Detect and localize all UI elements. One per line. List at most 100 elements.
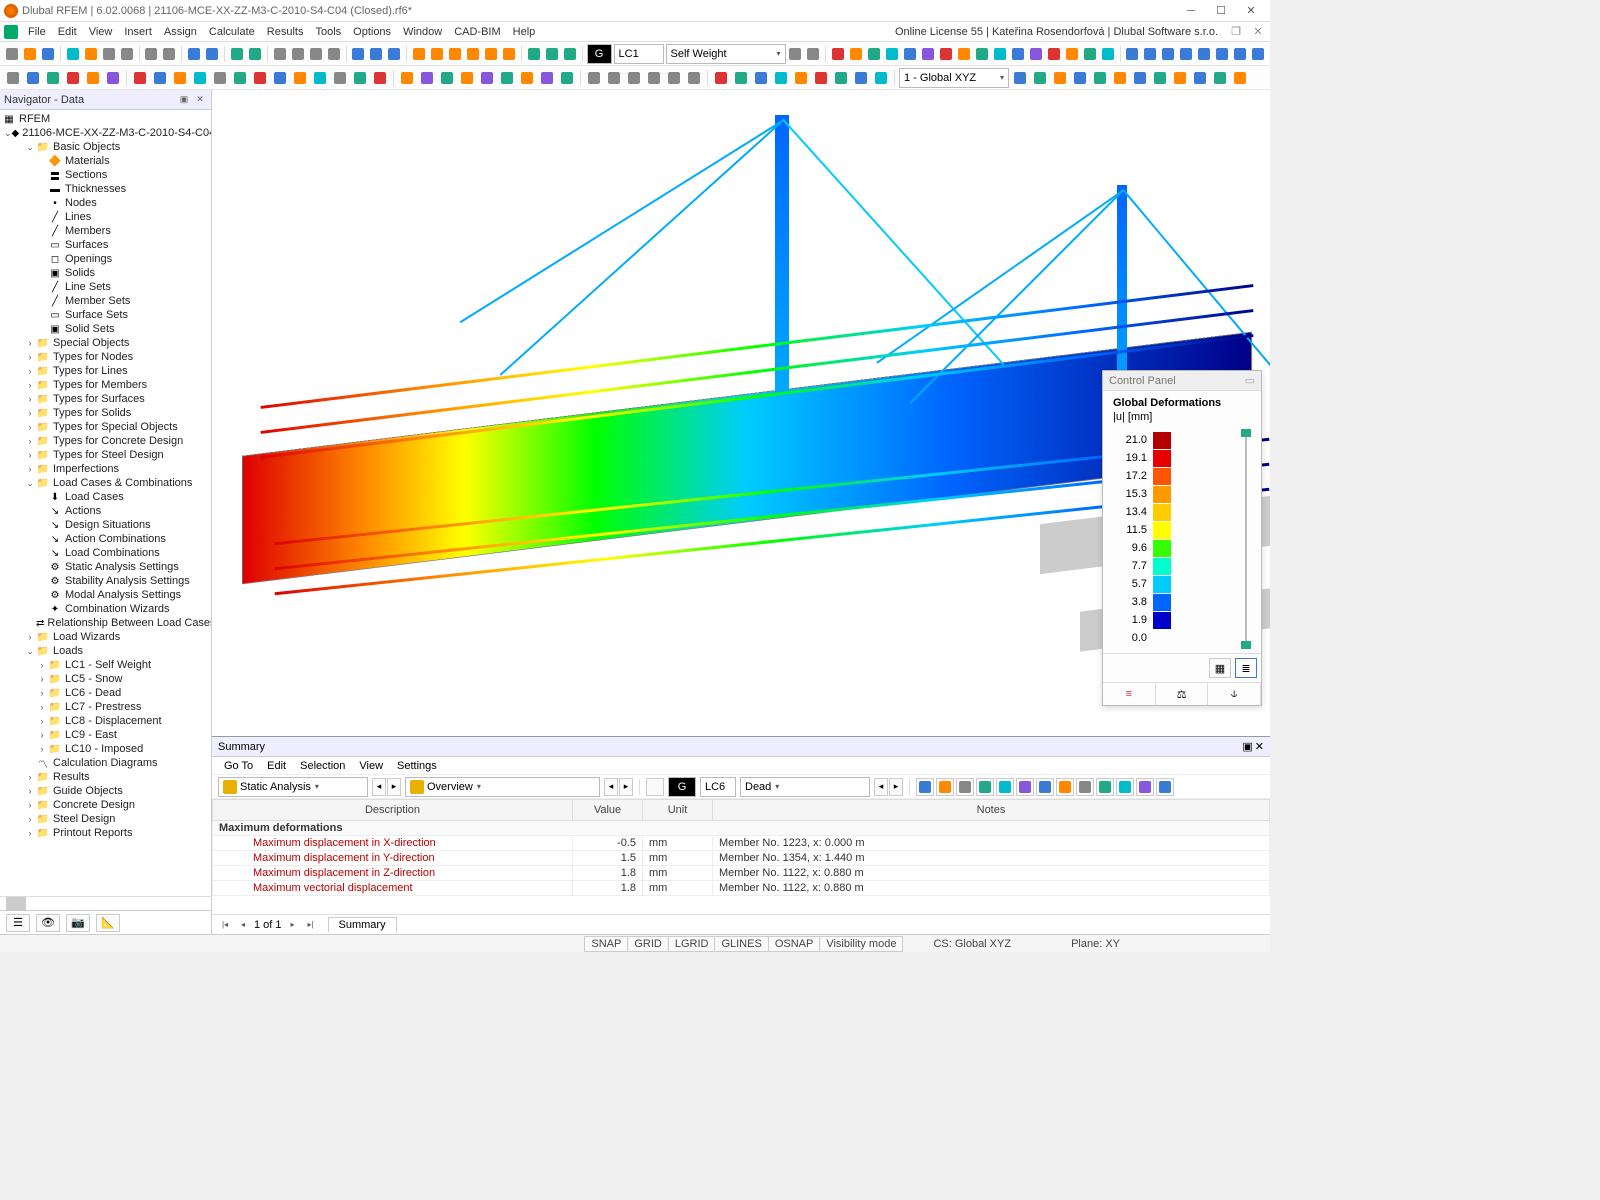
- expander-icon[interactable]: ›: [24, 772, 36, 782]
- r8-icon[interactable]: [956, 45, 972, 63]
- expander-icon[interactable]: ›: [36, 744, 48, 754]
- support1-icon[interactable]: [526, 45, 542, 63]
- navigator-pin-button[interactable]: ▣: [177, 93, 191, 107]
- cp-tool-2[interactable]: ≣: [1235, 658, 1257, 678]
- res7-icon[interactable]: [832, 69, 850, 87]
- view3-icon[interactable]: [308, 45, 324, 63]
- r5-icon[interactable]: [902, 45, 918, 63]
- wizard-icon[interactable]: [65, 45, 81, 63]
- tree-item[interactable]: ›📁Types for Members: [0, 378, 211, 392]
- sum-settings-button[interactable]: [1136, 778, 1154, 796]
- r9-icon[interactable]: [974, 45, 990, 63]
- tree-project[interactable]: ⌄ ◆ 21106-MCE-XX-ZZ-M3-C-2010-S4-C04 (Cl…: [0, 126, 211, 140]
- tree-item[interactable]: ╱Lines: [0, 210, 211, 224]
- tree-item[interactable]: ⌄📁Basic Objects: [0, 140, 211, 154]
- draw-set4-icon[interactable]: [331, 69, 349, 87]
- paste-icon[interactable]: [161, 45, 177, 63]
- legend-slider[interactable]: [1241, 431, 1251, 647]
- tree-item[interactable]: ⌄📁Loads: [0, 644, 211, 658]
- page-next[interactable]: ▸: [286, 918, 300, 932]
- draw-set5-icon[interactable]: [351, 69, 369, 87]
- expander-icon[interactable]: ›: [24, 464, 36, 474]
- render1-icon[interactable]: [350, 45, 366, 63]
- nav-tab-results[interactable]: 📐: [96, 914, 120, 932]
- ax4-icon[interactable]: [1178, 45, 1194, 63]
- visibility-mode-button[interactable]: Visibility mode: [819, 936, 903, 952]
- tree-item[interactable]: ▣Solid Sets: [0, 322, 211, 336]
- report-icon[interactable]: [119, 45, 135, 63]
- expander-icon[interactable]: ›: [24, 436, 36, 446]
- menu-tools[interactable]: Tools: [309, 24, 347, 40]
- ax7-icon[interactable]: [1232, 45, 1248, 63]
- col-value[interactable]: Value: [573, 800, 643, 821]
- sum-clear-button[interactable]: [956, 778, 974, 796]
- expander-icon[interactable]: ›: [24, 828, 36, 838]
- render3-icon[interactable]: [386, 45, 402, 63]
- pan-icon[interactable]: [585, 69, 603, 87]
- check-icon[interactable]: [247, 45, 263, 63]
- tree-item[interactable]: ↘Design Situations: [0, 518, 211, 532]
- sum-copy-button[interactable]: [1056, 778, 1074, 796]
- tree-item[interactable]: ⌄📁Load Cases & Combinations: [0, 476, 211, 490]
- mdi-close-button[interactable]: ✕: [1250, 24, 1266, 40]
- ax6-icon[interactable]: [1214, 45, 1230, 63]
- filter-f8-icon[interactable]: [538, 69, 556, 87]
- tree-item[interactable]: ↘Action Combinations: [0, 532, 211, 546]
- sum-cols-button[interactable]: [996, 778, 1014, 796]
- move-icon[interactable]: [24, 69, 42, 87]
- filter-f7-icon[interactable]: [518, 69, 536, 87]
- grid-g1-icon[interactable]: [1011, 69, 1029, 87]
- col-notes[interactable]: Notes: [713, 800, 1270, 821]
- tree-item[interactable]: ╱Line Sets: [0, 280, 211, 294]
- r4-icon[interactable]: [884, 45, 900, 63]
- sum-export-button[interactable]: [976, 778, 994, 796]
- copy-icon[interactable]: [143, 45, 159, 63]
- page-prev[interactable]: ◂: [236, 918, 250, 932]
- tree-item[interactable]: ▣Solids: [0, 266, 211, 280]
- ax3-icon[interactable]: [1160, 45, 1176, 63]
- r15-icon[interactable]: [1082, 45, 1098, 63]
- r7-icon[interactable]: [938, 45, 954, 63]
- orbit-icon[interactable]: [605, 69, 623, 87]
- grid-g8-icon[interactable]: [1151, 69, 1169, 87]
- menu-results[interactable]: Results: [261, 24, 310, 40]
- col-unit[interactable]: Unit: [643, 800, 713, 821]
- sum-pdf-button[interactable]: [1096, 778, 1114, 796]
- filter-f6-icon[interactable]: [498, 69, 516, 87]
- redo-icon[interactable]: [204, 45, 220, 63]
- minimize-button[interactable]: ─: [1176, 1, 1206, 21]
- r3-icon[interactable]: [866, 45, 882, 63]
- draw-line-icon[interactable]: [151, 69, 169, 87]
- r13-icon[interactable]: [1046, 45, 1062, 63]
- expander-icon[interactable]: ⌄: [4, 128, 12, 139]
- draw-member-icon[interactable]: [171, 69, 189, 87]
- draw-opening-icon[interactable]: [231, 69, 249, 87]
- lc-code-dropdown[interactable]: LC6: [700, 777, 736, 797]
- render2-icon[interactable]: [368, 45, 384, 63]
- tree-item[interactable]: ›📁Types for Steel Design: [0, 448, 211, 462]
- expander-icon[interactable]: ⌄: [24, 478, 36, 489]
- summary-menu-edit[interactable]: Edit: [261, 759, 292, 773]
- tree-item[interactable]: ↘Actions: [0, 504, 211, 518]
- lc-name-dropdown[interactable]: Dead▾: [740, 777, 870, 797]
- expander-icon[interactable]: ›: [36, 688, 48, 698]
- tree-item[interactable]: •Nodes: [0, 196, 211, 210]
- ax2-icon[interactable]: [1142, 45, 1158, 63]
- filter-f2-icon[interactable]: [418, 69, 436, 87]
- cp-tab-colors[interactable]: ≡: [1103, 683, 1156, 705]
- tree-item[interactable]: ›📁Results: [0, 770, 211, 784]
- sum-filter-button[interactable]: [1036, 778, 1054, 796]
- r11-icon[interactable]: [1010, 45, 1026, 63]
- tree-item[interactable]: ›📁Guide Objects: [0, 784, 211, 798]
- draw-set6-icon[interactable]: [371, 69, 389, 87]
- grid-g12-icon[interactable]: [1231, 69, 1249, 87]
- model-icon[interactable]: [83, 45, 99, 63]
- tree-item[interactable]: ›📁Printout Reports: [0, 826, 211, 840]
- tree-item[interactable]: 〽Calculation Diagrams: [0, 756, 211, 770]
- menu-insert[interactable]: Insert: [118, 24, 158, 40]
- lc-next[interactable]: ▸: [889, 778, 903, 796]
- view-prev[interactable]: ◂: [604, 778, 618, 796]
- tree-item[interactable]: ⚙Modal Analysis Settings: [0, 588, 211, 602]
- select-icon[interactable]: [64, 69, 82, 87]
- expander-icon[interactable]: ›: [24, 632, 36, 642]
